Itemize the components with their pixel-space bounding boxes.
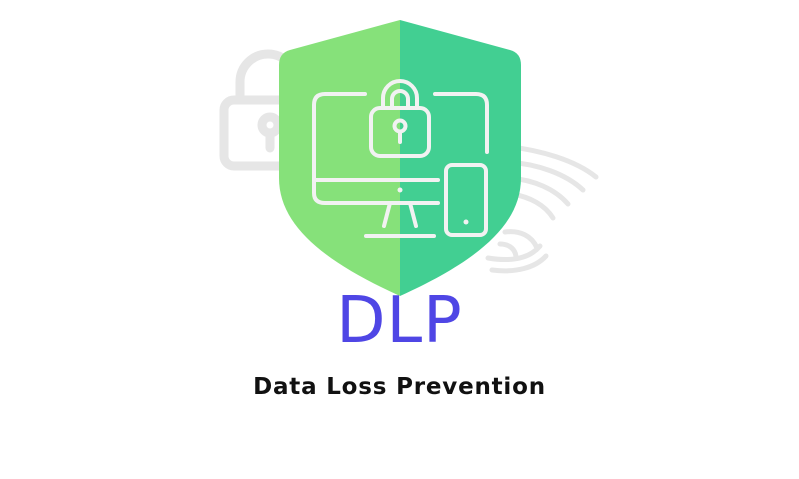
dlp-banner: DLP Data Loss Prevention (0, 0, 799, 479)
dlp-acronym-title: DLP (336, 284, 463, 358)
dlp-subtitle: Data Loss Prevention (253, 374, 546, 400)
dlp-illustration (219, 20, 599, 296)
